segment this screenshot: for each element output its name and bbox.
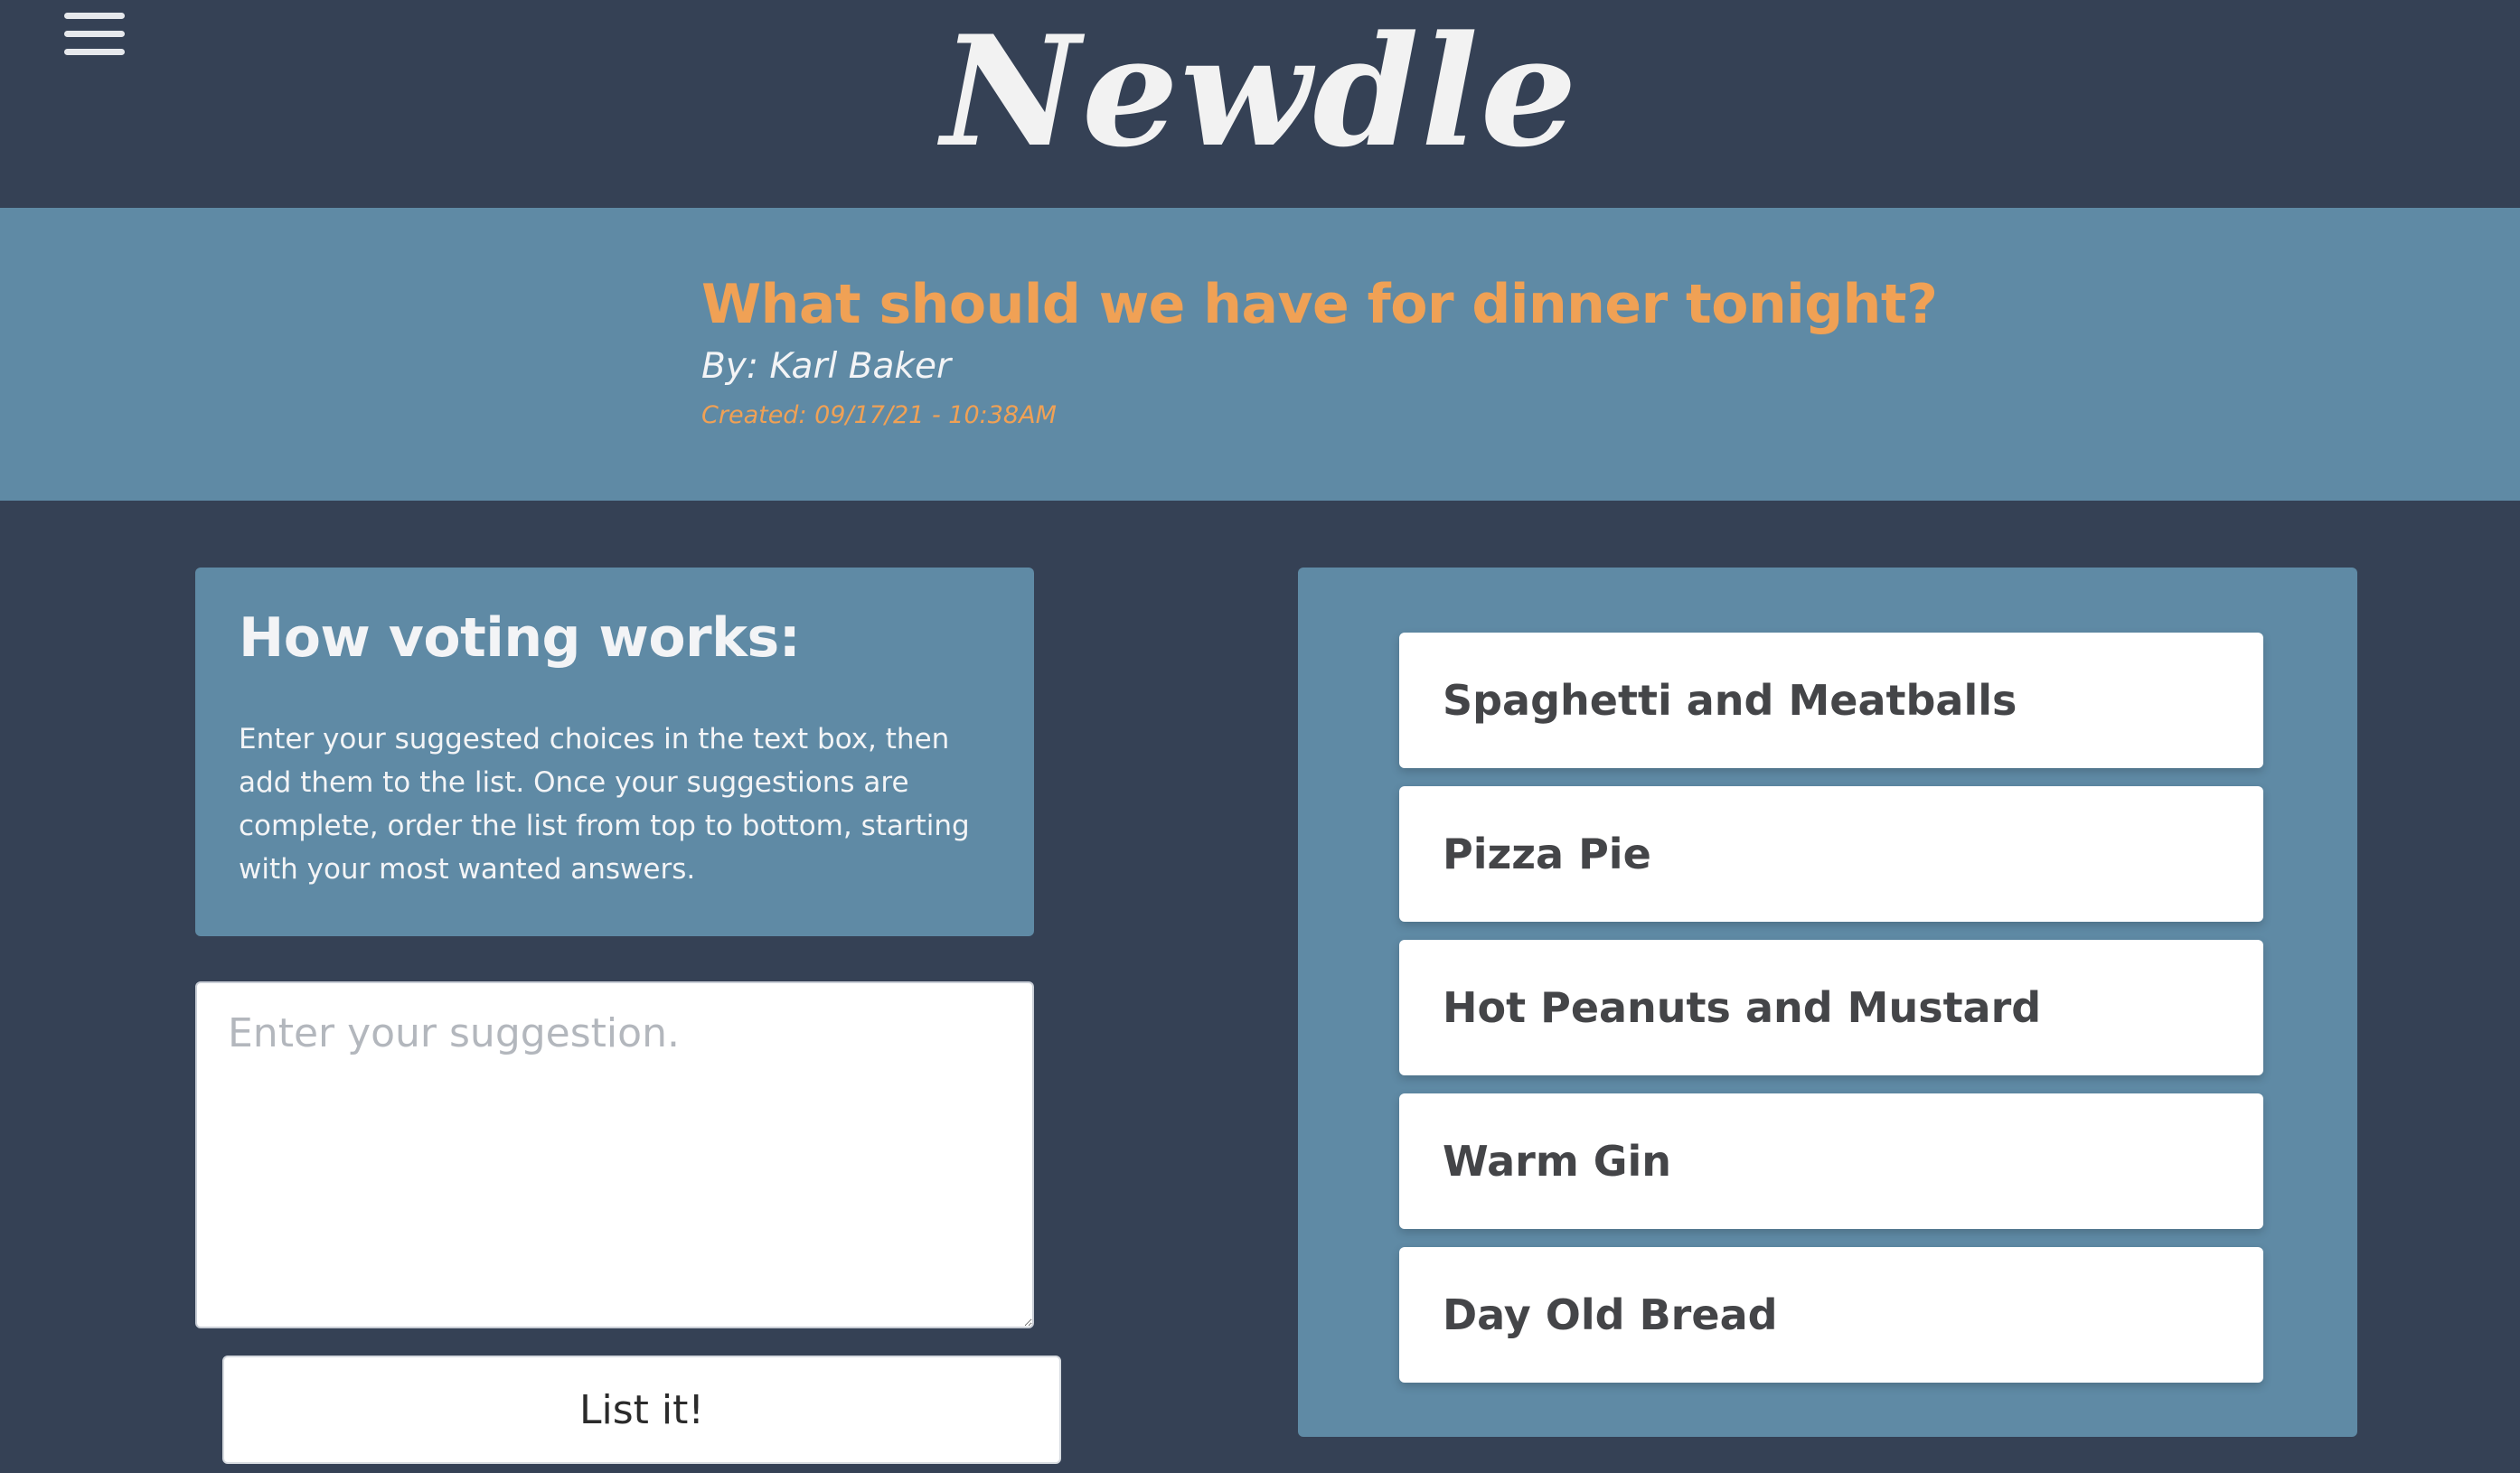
choice-item[interactable]: Warm Gin bbox=[1399, 1093, 2263, 1229]
choice-item[interactable]: Hot Peanuts and Mustard bbox=[1399, 940, 2263, 1075]
choices-list-panel: Spaghetti and Meatballs Pizza Pie Hot Pe… bbox=[1298, 568, 2357, 1437]
choice-item[interactable]: Spaghetti and Meatballs bbox=[1399, 633, 2263, 768]
info-text: Enter your suggested choices in the text… bbox=[239, 723, 970, 886]
choice-item[interactable]: Pizza Pie bbox=[1399, 786, 2263, 922]
info-heading: How voting works: bbox=[239, 606, 801, 670]
poll-author: By: Karl Baker bbox=[701, 346, 951, 387]
list-it-button[interactable]: List it! bbox=[222, 1356, 1061, 1464]
poll-created-timestamp: Created: 09/17/21 - 10:38AM bbox=[701, 401, 1057, 429]
top-header: Newdle bbox=[0, 0, 2520, 208]
app-logo: Newdle bbox=[941, 2, 1579, 181]
poll-banner: What should we have for dinner tonight? … bbox=[0, 208, 2520, 501]
suggestion-input[interactable] bbox=[195, 981, 1034, 1328]
voting-info-card: How voting works: Enter your suggested c… bbox=[195, 568, 1034, 936]
poll-title: What should we have for dinner tonight? bbox=[701, 273, 1938, 336]
choice-item[interactable]: Day Old Bread bbox=[1399, 1247, 2263, 1383]
